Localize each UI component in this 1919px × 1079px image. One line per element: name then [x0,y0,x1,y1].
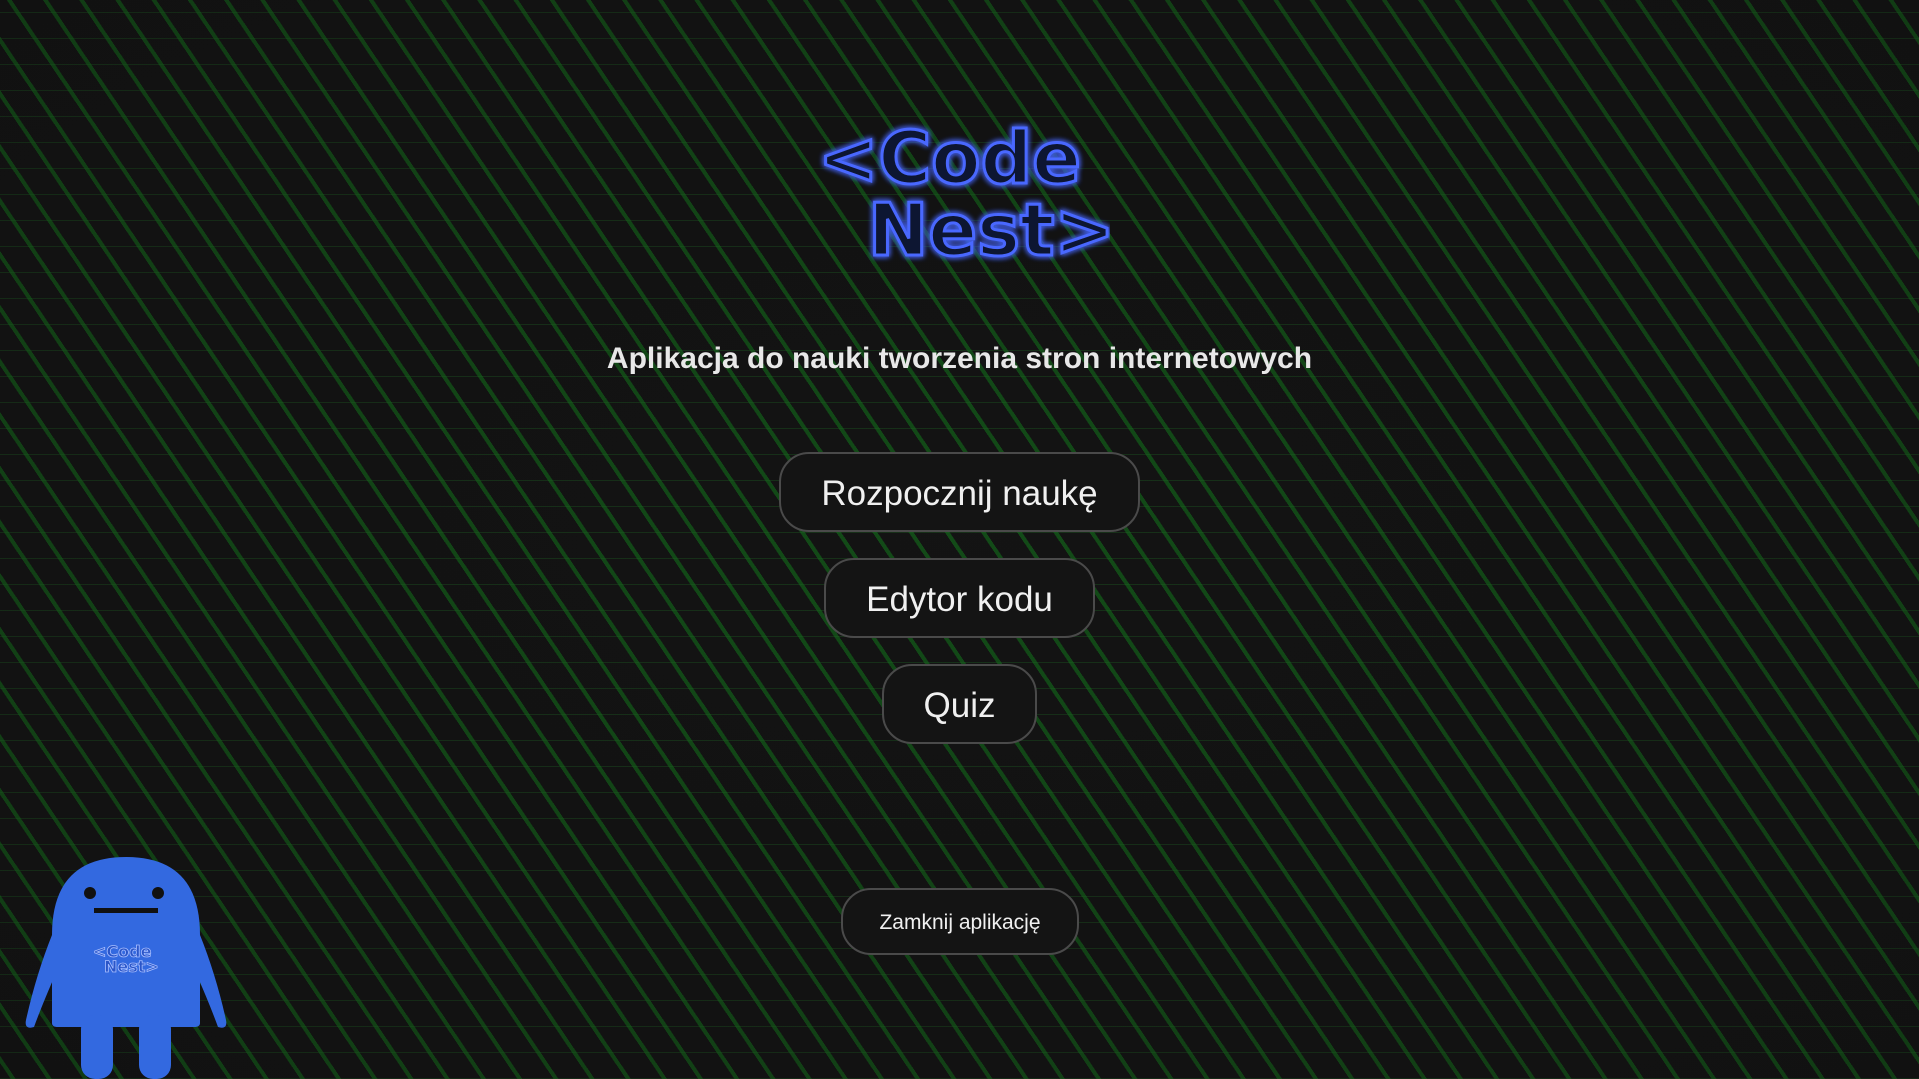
quiz-button[interactable]: Quiz [881,664,1038,744]
start-screen: <Code Nest> Aplikacja do nauki tworzenia… [0,0,1919,1079]
close-app-button[interactable]: Zamknij aplikację [841,888,1079,955]
logo-line-2: Nest> [868,188,1110,272]
codenest-logo: <Code Nest> [810,115,1117,275]
mascot-mouth [94,908,158,913]
mascot-badge-line-2: Nest> [104,957,159,976]
mascot-right-eye [152,887,164,899]
start-learning-button[interactable]: Rozpocznij naukę [779,452,1140,532]
code-editor-button[interactable]: Edytor kodu [824,558,1095,638]
mascot-left-eye [84,887,96,899]
mascot-robot: <Code Nest> [22,855,230,1079]
main-menu: Rozpocznij naukę Edytor kodu Quiz [0,452,1919,744]
app-subtitle: Aplikacja do nauki tworzenia stron inter… [606,342,1313,375]
